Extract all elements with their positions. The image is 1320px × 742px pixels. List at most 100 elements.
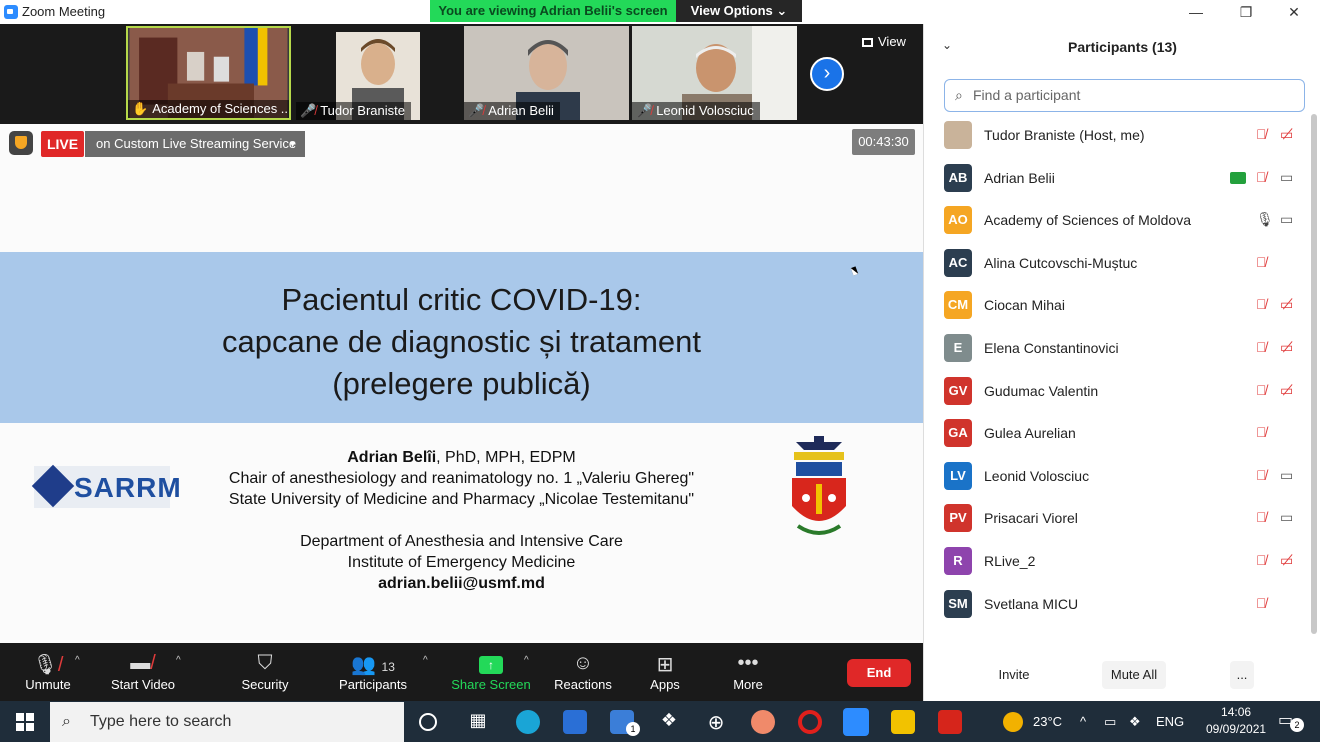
thumbnail-name-text: Adrian Belii bbox=[488, 103, 554, 118]
participant-row[interactable]: GA Gulea Aurelian 🎙̸ bbox=[924, 414, 1309, 457]
muted-mic-icon[interactable]: 🎙̸ bbox=[1256, 169, 1267, 185]
presenter-name: Adrian Belîi bbox=[347, 449, 437, 466]
panel-more-button[interactable]: ... bbox=[1230, 661, 1254, 689]
participant-row[interactable]: LV Leonid Volosciuc 🎙̸ ▭ bbox=[924, 457, 1309, 500]
muted-mic-icon[interactable]: 🎙̸ bbox=[1256, 595, 1267, 611]
caret-up-icon[interactable]: ^ bbox=[75, 655, 80, 666]
participant-row[interactable]: AC Alina Cutcovschi-Muștuc 🎙̸ bbox=[924, 244, 1309, 287]
participant-name: RLive_2 bbox=[984, 552, 1036, 569]
caret-up-icon[interactable]: ^ bbox=[176, 655, 181, 666]
muted-mic-icon[interactable]: 🎙̸ bbox=[1256, 339, 1267, 355]
muted-mic-icon[interactable]: 🎙̸ bbox=[1256, 254, 1267, 270]
taskbar-search-input[interactable]: ⌕ Type here to search bbox=[50, 702, 404, 742]
battery-icon[interactable]: ▭ bbox=[1104, 701, 1116, 742]
panel-footer: Invite Mute All ... bbox=[924, 651, 1320, 701]
video-off-icon[interactable]: ▭̸ bbox=[1280, 296, 1293, 313]
participant-row[interactable]: Tudor Braniste (Host, me) 🎙̸ ▭̸ bbox=[924, 116, 1309, 159]
more-button[interactable]: ••• More bbox=[724, 643, 772, 701]
target-app-icon[interactable]: ⊕ bbox=[704, 710, 728, 734]
muted-mic-icon[interactable]: 🎙̸ bbox=[1256, 382, 1267, 398]
shield-icon[interactable] bbox=[9, 131, 33, 155]
muted-mic-icon[interactable]: 🎙̸ bbox=[1256, 296, 1267, 312]
dropbox-icon[interactable]: ❖ bbox=[657, 710, 681, 734]
slide-credits: Adrian Belîi, PhD, MPH, EDPM Chair of an… bbox=[180, 447, 743, 594]
zoom-taskbar-icon[interactable] bbox=[843, 708, 869, 736]
apps-button[interactable]: ⊞ Apps bbox=[641, 643, 689, 701]
muted-mic-icon[interactable]: 🎙̸ bbox=[1256, 509, 1267, 525]
live-service-label: on Custom Live Streaming Service bbox=[96, 136, 297, 151]
video-thumbnail[interactable]: 🎤̸ Tudor Braniste bbox=[296, 26, 461, 120]
participants-label: Participants bbox=[339, 677, 407, 692]
participant-row[interactable]: CM Ciocan Mihai 🎙̸ ▭̸ bbox=[924, 286, 1309, 329]
video-off-icon[interactable]: ▭̸ bbox=[1280, 382, 1293, 399]
restore-button[interactable]: ❐ bbox=[1231, 2, 1261, 22]
edge-icon[interactable] bbox=[516, 710, 540, 734]
end-meeting-button[interactable]: End bbox=[847, 659, 911, 687]
video-thumbnail[interactable]: 🎤̸ Leonid Volosciuc bbox=[632, 26, 797, 120]
video-icon[interactable]: ▭ bbox=[1280, 467, 1293, 484]
video-thumbnail[interactable]: ✋ Academy of Sciences ... bbox=[126, 26, 291, 120]
view-options-button[interactable]: View Options ⌄ bbox=[676, 0, 802, 22]
file-explorer-icon[interactable] bbox=[891, 710, 915, 734]
next-page-arrow-icon[interactable]: › bbox=[810, 57, 844, 91]
participants-panel: ⌄ Participants (13) ⌕ Find a participant … bbox=[923, 24, 1320, 701]
muted-mic-icon[interactable]: 🎙̸ bbox=[1256, 126, 1267, 142]
video-off-icon: ▬/ bbox=[130, 652, 156, 674]
start-video-button[interactable]: ▬/ Start Video bbox=[103, 643, 183, 701]
muted-mic-icon[interactable]: 🎙̸ bbox=[1256, 467, 1267, 483]
close-button[interactable]: ✕ bbox=[1279, 2, 1309, 22]
video-icon[interactable]: ▭ bbox=[1280, 169, 1293, 186]
opera-icon[interactable] bbox=[798, 710, 822, 734]
participant-row[interactable]: GV Gudumac Valentin 🎙̸ ▭̸ bbox=[924, 372, 1309, 415]
reactions-button[interactable]: ☺ Reactions bbox=[551, 643, 615, 701]
muted-mic-icon[interactable]: 🎙̸ bbox=[1256, 552, 1267, 568]
share-screen-button[interactable]: ↑ Share Screen bbox=[450, 643, 532, 701]
caret-up-icon[interactable]: ^ bbox=[423, 655, 428, 666]
video-off-icon[interactable]: ▭̸ bbox=[1280, 339, 1293, 356]
view-button[interactable]: View bbox=[862, 34, 906, 49]
video-thumbnail[interactable]: 🎤̸ Adrian Belii bbox=[464, 26, 629, 120]
unmute-button[interactable]: 🎙/ Unmute bbox=[18, 643, 78, 701]
muted-mic-icon[interactable]: 🎙̸ bbox=[1256, 424, 1267, 440]
mic-icon[interactable]: 🎙 bbox=[1256, 211, 1274, 228]
video-off-icon[interactable]: ▭̸ bbox=[1280, 552, 1293, 569]
participant-row[interactable]: R RLive_2 🎙̸ ▭̸ bbox=[924, 542, 1309, 585]
tray-chevron-icon[interactable]: ^ bbox=[1080, 701, 1086, 742]
avatar: E bbox=[944, 333, 972, 362]
acrobat-icon[interactable] bbox=[938, 710, 962, 734]
participants-button[interactable]: 👥 13 Participants bbox=[333, 643, 413, 701]
video-off-icon[interactable]: ▭̸ bbox=[1280, 126, 1293, 143]
language-indicator[interactable]: ENG bbox=[1156, 701, 1184, 742]
participant-row[interactable]: E Elena Constantinovici 🎙̸ ▭̸ bbox=[924, 329, 1309, 372]
video-icon[interactable]: ▭ bbox=[1280, 509, 1293, 526]
thumbnail-name-text: Leonid Volosciuc bbox=[656, 103, 754, 118]
store-icon[interactable] bbox=[563, 710, 587, 734]
participant-row[interactable]: AB Adrian Belii 🎙̸ ▭ bbox=[924, 159, 1309, 202]
task-view-icon[interactable]: ▦ bbox=[466, 710, 490, 734]
notifications-icon[interactable]: ▭ 2 bbox=[1278, 710, 1304, 734]
caret-up-icon[interactable]: ^ bbox=[524, 655, 529, 666]
security-button[interactable]: ⛉ Security bbox=[230, 643, 300, 701]
cortana-icon[interactable] bbox=[419, 713, 437, 731]
paint-app-icon[interactable] bbox=[751, 710, 775, 734]
live-service-dropdown[interactable]: on Custom Live Streaming Service ▼ bbox=[85, 131, 305, 157]
department-line: Department of Anesthesia and Intensive C… bbox=[300, 533, 623, 550]
find-participant-input[interactable]: ⌕ Find a participant bbox=[944, 79, 1305, 112]
participant-row[interactable]: PV Prisacari Viorel 🎙̸ ▭ bbox=[924, 499, 1309, 542]
participant-list-scrollbar[interactable] bbox=[1311, 114, 1317, 634]
weather-sun-icon[interactable] bbox=[1003, 712, 1023, 732]
invite-button[interactable]: Invite bbox=[992, 661, 1036, 689]
mute-all-button[interactable]: Mute All bbox=[1102, 661, 1166, 689]
minimize-button[interactable]: — bbox=[1181, 2, 1211, 22]
mail-icon[interactable]: 1 bbox=[610, 710, 640, 736]
presenter-degrees: , PhD, MPH, EDPM bbox=[436, 449, 576, 466]
dropbox-tray-icon[interactable]: ❖ bbox=[1129, 701, 1141, 742]
video-icon[interactable]: ▭ bbox=[1280, 211, 1293, 228]
participant-row[interactable]: SM Svetlana MICU 🎙̸ bbox=[924, 585, 1309, 628]
clock[interactable]: 14:06 09/09/2021 bbox=[1206, 704, 1266, 738]
video-strip: ✋ Academy of Sciences ... 🎤̸ Tudor Branist… bbox=[0, 24, 923, 124]
windows-start-icon[interactable] bbox=[16, 713, 34, 731]
thumbnail-name: ✋ Academy of Sciences ... bbox=[128, 100, 289, 118]
participant-row[interactable]: AO Academy of Sciences of Moldova 🎙 ▭ bbox=[924, 201, 1309, 244]
avatar: PV bbox=[944, 504, 972, 533]
